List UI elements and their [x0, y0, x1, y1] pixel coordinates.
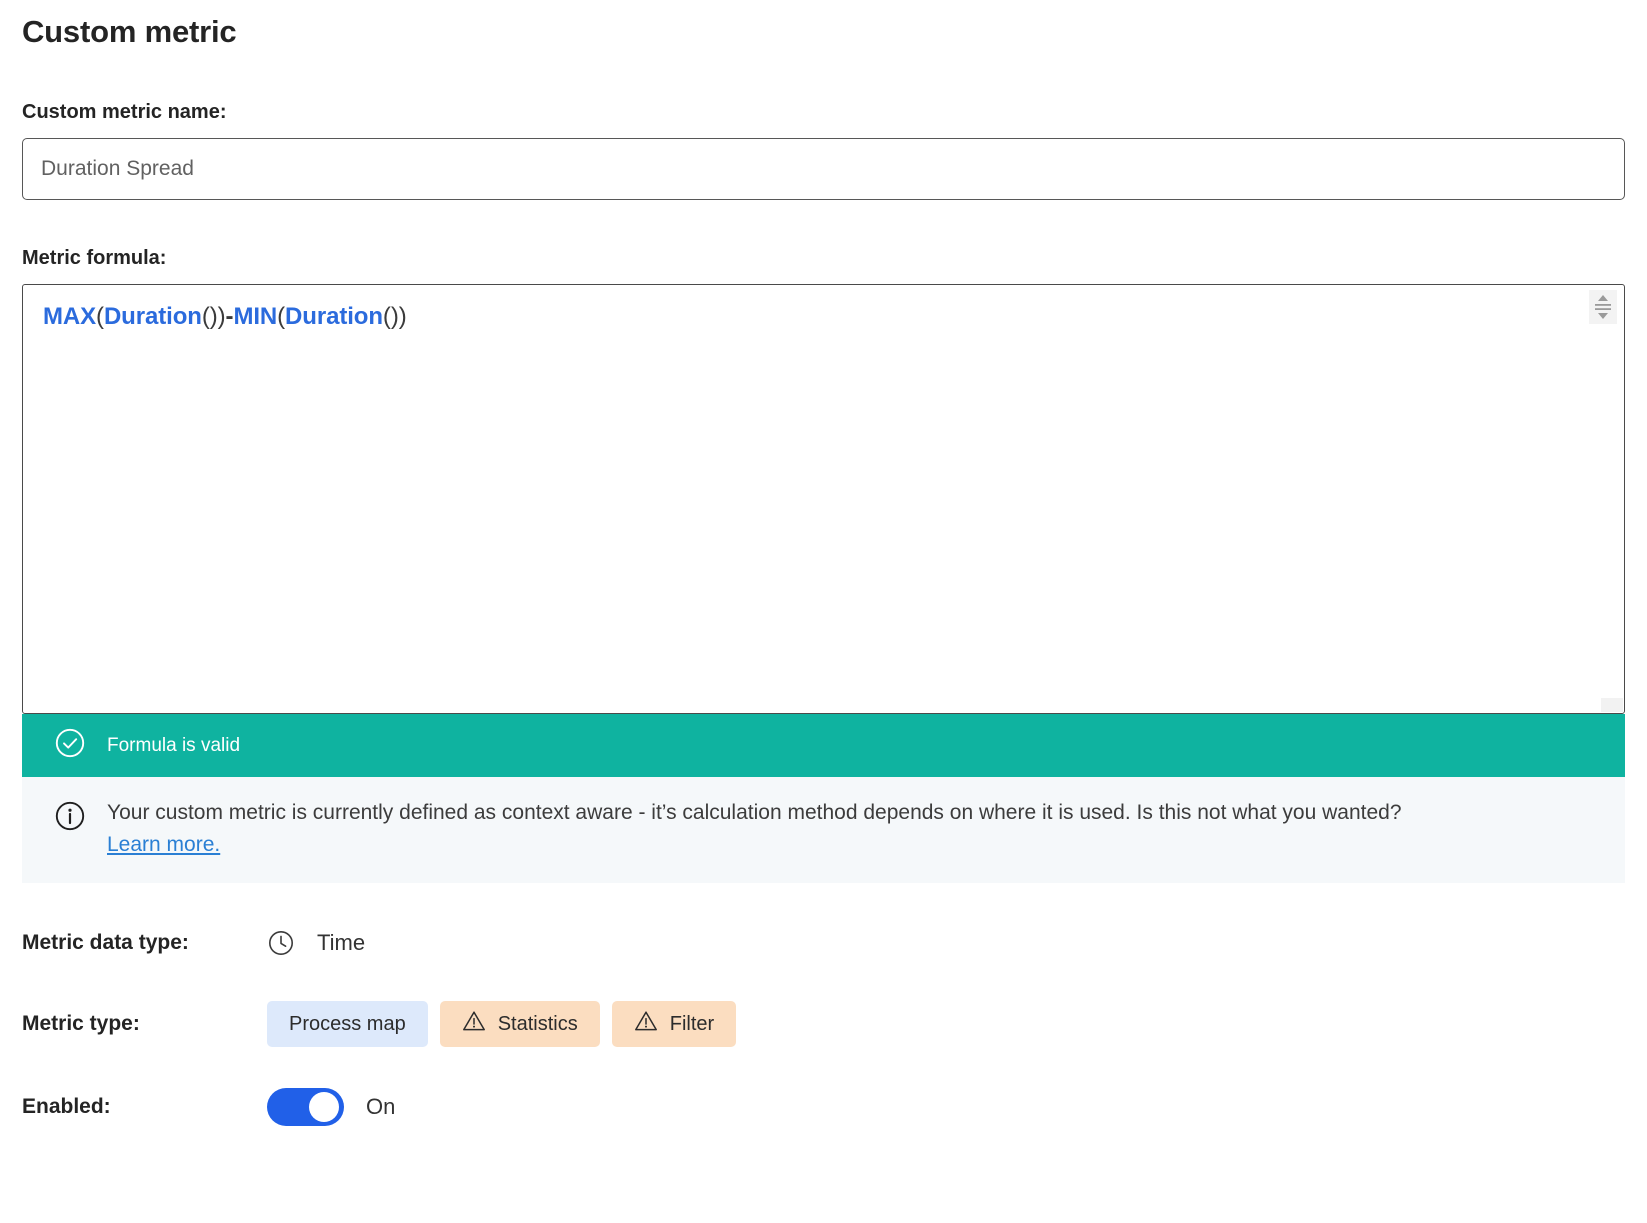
formula-token-duration-2: Duration	[285, 303, 383, 330]
warning-triangle-icon	[634, 1009, 658, 1039]
formula-validation-bar: Formula is valid	[22, 714, 1625, 777]
check-circle-icon	[54, 727, 86, 764]
enabled-state-label: On	[366, 1094, 395, 1120]
metric-type-row: Metric type: Process map Statistics	[22, 1000, 1625, 1048]
metric-data-type-value: Time	[317, 930, 365, 956]
resize-vertical-icon[interactable]	[1589, 290, 1617, 324]
warning-triangle-icon	[462, 1009, 486, 1039]
formula-text[interactable]: MAX(Duration())-MIN(Duration())	[23, 285, 1624, 332]
metric-type-badge-filter[interactable]: Filter	[612, 1001, 736, 1047]
metric-formula-editor[interactable]: MAX(Duration())-MIN(Duration())	[22, 284, 1625, 714]
info-message: Your custom metric is currently defined …	[107, 801, 1402, 824]
formula-token-close-paren-2: )	[399, 303, 407, 330]
formula-token-open-paren-1: (	[96, 303, 104, 330]
enabled-toggle[interactable]	[267, 1088, 344, 1126]
custom-metric-name-input[interactable]	[22, 138, 1625, 200]
enabled-label: Enabled:	[22, 1095, 267, 1119]
metric-type-badges: Process map Statistics	[267, 1001, 736, 1047]
context-aware-info-panel: Your custom metric is currently defined …	[22, 777, 1625, 883]
metric-formula-label: Metric formula:	[22, 245, 1625, 271]
metric-type-label: Metric type:	[22, 1012, 267, 1036]
metric-type-badge-statistics[interactable]: Statistics	[440, 1001, 600, 1047]
learn-more-link[interactable]: Learn more.	[107, 833, 220, 856]
metric-type-badge-label: Filter	[670, 1013, 714, 1036]
formula-token-duration-1: Duration	[104, 303, 202, 330]
toggle-knob	[309, 1092, 339, 1122]
formula-token-close-paren-1: )	[218, 303, 226, 330]
custom-metric-page: Custom metric Custom metric name: Metric…	[0, 0, 1647, 1223]
formula-token-open-paren-2: (	[277, 303, 285, 330]
metric-data-type-row: Metric data type: Time	[22, 923, 1625, 963]
formula-token-min: MIN	[233, 303, 277, 330]
info-circle-icon	[54, 800, 86, 837]
page-title: Custom metric	[22, 0, 1625, 52]
formula-token-max: MAX	[43, 303, 96, 330]
formula-token-empty-args-2: ()	[383, 303, 399, 330]
metric-data-type-label: Metric data type:	[22, 931, 267, 955]
metric-type-badge-process-map[interactable]: Process map	[267, 1001, 428, 1047]
formula-token-empty-args-1: ()	[202, 303, 218, 330]
metric-type-badge-label: Statistics	[498, 1013, 578, 1036]
context-aware-info-text: Your custom metric is currently defined …	[107, 797, 1402, 861]
formula-validation-message: Formula is valid	[107, 734, 240, 758]
custom-metric-name-label: Custom metric name:	[22, 99, 1625, 125]
clock-icon	[267, 929, 295, 957]
enabled-row: Enabled: On	[22, 1085, 1625, 1129]
textarea-resize-grip[interactable]	[1601, 698, 1623, 712]
metric-type-badge-label: Process map	[289, 1013, 406, 1036]
